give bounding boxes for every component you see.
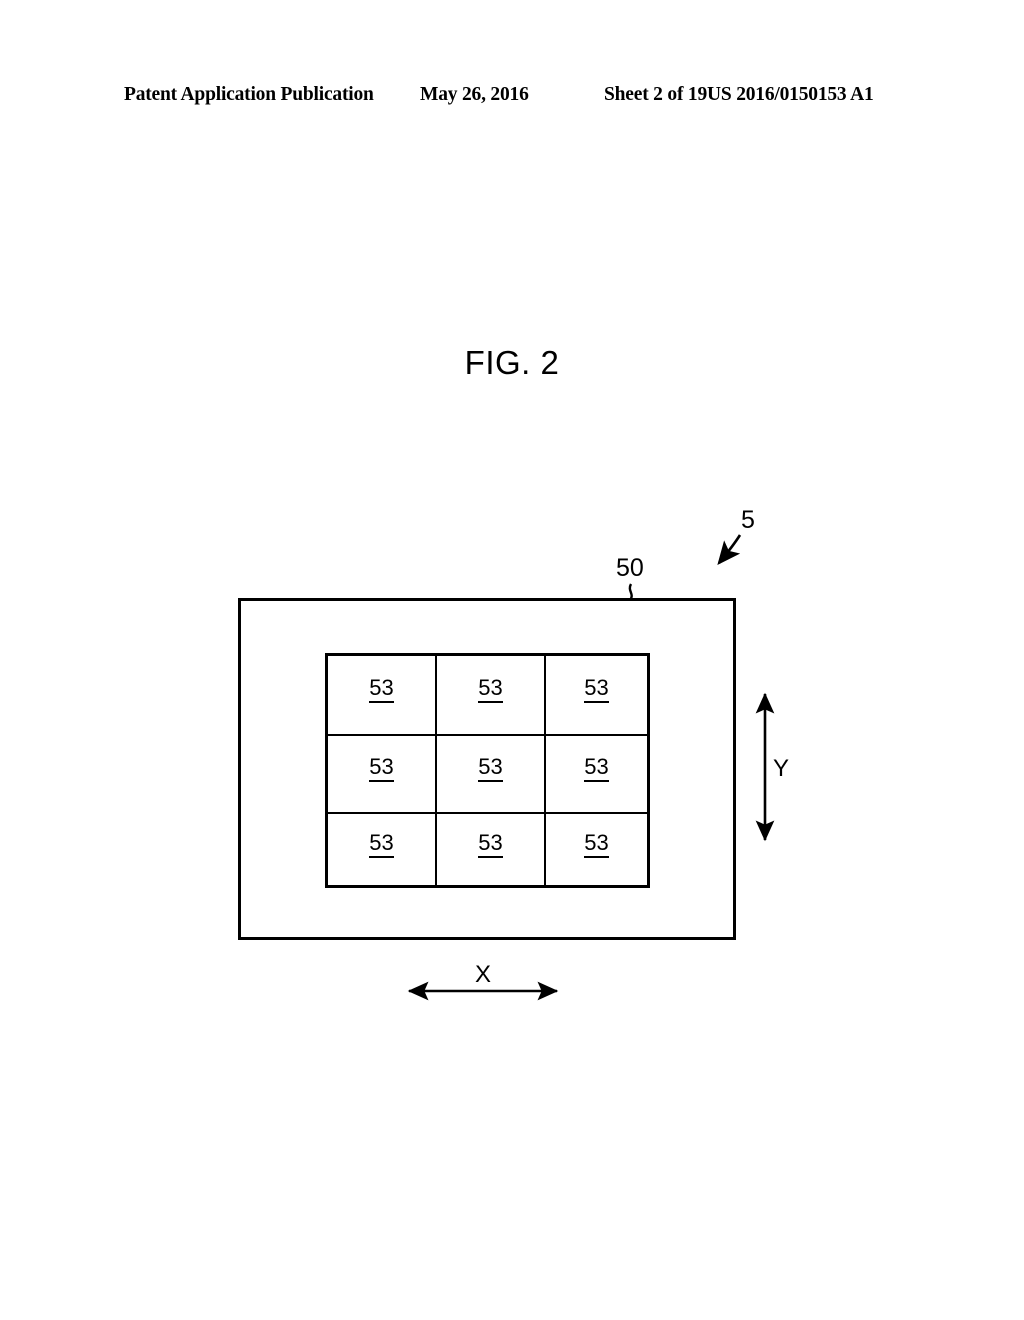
patent-drawing-page: Patent Application Publication May 26, 2… xyxy=(0,0,1024,1320)
reference-numeral-5: 5 xyxy=(741,506,755,534)
grid-cell: 53 xyxy=(546,736,647,814)
grid-cell: 53 xyxy=(328,814,437,885)
leader-arrow-5 xyxy=(717,534,742,566)
grid-cell: 53 xyxy=(437,656,546,736)
grid-cell: 53 xyxy=(328,736,437,814)
reference-numeral-50: 50 xyxy=(616,554,644,582)
grid-cell: 53 xyxy=(437,736,546,814)
grid-cell-label: 53 xyxy=(369,756,394,782)
grid-cell-label: 53 xyxy=(584,756,609,782)
axis-label-x: X xyxy=(475,961,492,988)
grid-cell-label: 53 xyxy=(478,831,503,858)
grid-cell: 53 xyxy=(546,656,647,736)
grid-cell-label: 53 xyxy=(584,677,609,703)
pixel-block-grid: 53 53 53 53 53 53 53 53 53 xyxy=(325,653,650,888)
grid-cell-label: 53 xyxy=(584,831,609,858)
axis-label-y: Y xyxy=(773,755,790,782)
grid-cell: 53 xyxy=(437,814,546,885)
grid-cell: 53 xyxy=(546,814,647,885)
grid-cell: 53 xyxy=(328,656,437,736)
grid-cell-label: 53 xyxy=(369,831,394,858)
grid-cell-label: 53 xyxy=(478,677,503,703)
grid-cell-label: 53 xyxy=(369,677,394,703)
figure-drawing: 53 53 53 53 53 53 53 53 53 5 50 Y X xyxy=(0,0,1024,1320)
grid-cell-label: 53 xyxy=(478,756,503,782)
